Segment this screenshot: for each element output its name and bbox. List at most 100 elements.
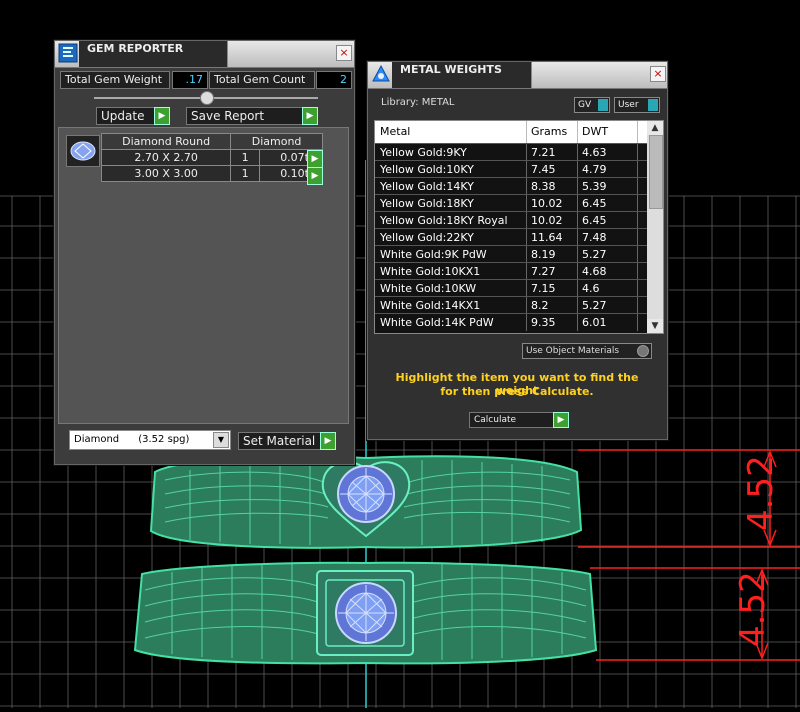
total-gem-count-value: 2 (316, 71, 352, 89)
metal-dwt: 5.39 (577, 178, 638, 195)
gem-report-icon (58, 43, 78, 63)
list-item[interactable]: White Gold:14K PdW 9.35 6.01 (375, 313, 647, 331)
metal-name: White Gold:10KX1 (375, 263, 527, 280)
radio-icon (637, 345, 649, 357)
metal-grams: 10.02 (526, 212, 578, 229)
gem-size-cell: 2.70 X 2.70 (100, 149, 232, 166)
table-row[interactable]: 2.70 X 2.70 1 0.07tw (100, 149, 324, 166)
metal-name: Yellow Gold:18KY Royal (375, 212, 527, 229)
metal-grams: 8.38 (526, 178, 578, 195)
metal-dwt: 6.45 (577, 212, 638, 229)
metal-dwt: 7.48 (577, 229, 638, 246)
use-object-materials-toggle[interactable]: Use Object Materials (522, 343, 652, 359)
metal-name: Yellow Gold:14KY (375, 178, 527, 195)
metal-list[interactable]: Metal Grams DWT Yellow Gold:9KY 7.21 4.6… (374, 120, 664, 334)
toggle-icon (598, 99, 608, 111)
gv-label: GV (578, 100, 592, 110)
save-report-button[interactable]: Save Report ▶ (186, 107, 318, 125)
close-icon[interactable]: × (336, 45, 352, 61)
scroll-down-icon[interactable]: ▼ (647, 319, 663, 333)
scroll-thumb[interactable] (649, 135, 663, 209)
metal-dwt: 5.27 (577, 246, 638, 263)
list-item[interactable]: Yellow Gold:14KY 8.38 5.39 (375, 177, 647, 195)
list-item[interactable]: White Gold:10KW 7.15 4.6 (375, 279, 647, 297)
metal-dwt: 4.79 (577, 161, 638, 178)
metal-weights-icon (371, 64, 391, 84)
metal-name: White Gold:14KX1 (375, 297, 527, 314)
column-header-metal: Metal (375, 121, 527, 143)
list-item[interactable]: White Gold:9K PdW 8.19 5.27 (375, 245, 647, 263)
instruction-line-2: for then press Calculate. (440, 385, 594, 398)
set-material-button-label: Set Material (243, 434, 316, 448)
metal-dwt: 6.01 (577, 314, 638, 331)
save-report-button-label: Save Report (191, 109, 265, 123)
table-header-diamond: Diamond (230, 133, 323, 150)
metal-weights-window[interactable]: METAL WEIGHTS × Library: METAL GV User M… (367, 61, 668, 440)
toggle-icon (648, 99, 658, 111)
material-select-value: Diamond (3.52 spg) (74, 434, 190, 445)
dimension-label-top: 4.52 (741, 455, 781, 531)
metal-grams: 11.64 (526, 229, 578, 246)
column-header-grams: Grams (526, 121, 578, 143)
diamond-thumbnail[interactable] (66, 135, 100, 167)
update-button[interactable]: Update ▶ (96, 107, 170, 125)
list-item[interactable]: White Gold:10KX1 7.27 4.68 (375, 262, 647, 280)
metal-name: White Gold:9K PdW (375, 246, 527, 263)
metal-grams: 7.15 (526, 280, 578, 297)
metal-name: Yellow Gold:18KY (375, 195, 527, 212)
metal-weights-titlebar[interactable]: METAL WEIGHTS × (368, 62, 667, 89)
metal-name: Yellow Gold:22KY (375, 229, 527, 246)
total-gem-weight-label: Total Gem Weight (60, 71, 170, 89)
gem-count-cell: 1 (230, 149, 260, 166)
scroll-up-icon[interactable]: ▲ (647, 121, 663, 135)
metal-list-scrollbar[interactable]: ▲ ▼ (647, 121, 663, 333)
list-item[interactable]: Yellow Gold:9KY 7.21 4.63 (375, 143, 647, 161)
calculate-arrow-icon: ▶ (553, 412, 569, 428)
list-item[interactable]: Yellow Gold:22KY 11.64 7.48 (375, 228, 647, 246)
save-report-arrow-icon: ▶ (302, 107, 318, 125)
user-toggle[interactable]: User (614, 97, 660, 113)
row-1-go-icon[interactable]: ▶ (307, 150, 323, 168)
close-icon[interactable]: × (650, 66, 666, 82)
metal-name: Yellow Gold:9KY (375, 144, 527, 161)
metal-grams: 7.27 (526, 263, 578, 280)
column-header-dwt: DWT (577, 121, 638, 143)
gem-reporter-window[interactable]: GEM REPORTER × Total Gem Weight .17 Tota… (54, 40, 355, 465)
table-header-diamond-round: Diamond Round (100, 133, 232, 150)
metal-weights-title: METAL WEIGHTS (392, 62, 532, 88)
library-label: Library: METAL (381, 97, 455, 108)
total-gem-count-label: Total Gem Count (209, 71, 315, 89)
material-select[interactable]: Diamond (3.52 spg) ▼ (69, 430, 231, 450)
set-material-button[interactable]: Set Material ▶ (238, 432, 336, 450)
metal-list-header: Metal Grams DWT (375, 121, 647, 143)
metal-grams: 8.2 (526, 297, 578, 314)
gem-size-cell: 3.00 X 3.00 (100, 165, 232, 182)
row-2-go-icon[interactable]: ▶ (307, 167, 323, 185)
calculate-button[interactable]: Calculate ▶ (469, 412, 569, 428)
total-gem-weight-value: .17 (172, 71, 208, 89)
ring-top-model[interactable] (149, 455, 583, 549)
table-row[interactable]: 3.00 X 3.00 1 0.10tw (100, 165, 324, 182)
metal-grams: 10.02 (526, 195, 578, 212)
list-item[interactable]: Yellow Gold:10KY 7.45 4.79 (375, 160, 647, 178)
chevron-down-icon: ▼ (213, 432, 229, 448)
metal-name: White Gold:14K PdW (375, 314, 527, 331)
gem-reporter-titlebar[interactable]: GEM REPORTER × (55, 41, 354, 68)
gv-toggle[interactable]: GV (574, 97, 610, 113)
diamond-icon (70, 141, 96, 161)
divider-knob-icon[interactable] (200, 91, 214, 105)
update-arrow-icon: ▶ (154, 107, 170, 125)
set-material-arrow-icon: ▶ (320, 432, 336, 450)
list-item[interactable]: White Gold:14KX1 8.2 5.27 (375, 296, 647, 314)
metal-dwt: 6.45 (577, 195, 638, 212)
gem-report-table: Diamond Round Diamond 2.70 X 2.70 1 0.07… (100, 133, 324, 182)
gem-reporter-title: GEM REPORTER (79, 41, 228, 67)
list-item[interactable]: Yellow Gold:18KY 10.02 6.45 (375, 194, 647, 212)
metal-grams: 7.21 (526, 144, 578, 161)
user-label: User (618, 100, 639, 110)
metal-name: Yellow Gold:10KY (375, 161, 527, 178)
metal-grams: 7.45 (526, 161, 578, 178)
ring-bottom-model[interactable] (133, 561, 598, 665)
list-item[interactable]: Yellow Gold:18KY Royal 10.02 6.45 (375, 211, 647, 229)
metal-dwt: 4.68 (577, 263, 638, 280)
